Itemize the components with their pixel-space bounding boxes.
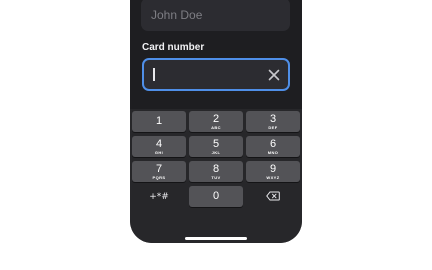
key-digit: 8 bbox=[212, 162, 220, 175]
key-letters: JKL bbox=[211, 149, 221, 155]
card-number-input[interactable] bbox=[144, 60, 264, 89]
key-digit: 5 bbox=[212, 137, 220, 150]
key-4[interactable]: 4 GHI bbox=[132, 136, 186, 157]
key-5[interactable]: 5 JKL bbox=[189, 136, 243, 157]
key-digit: 4 bbox=[155, 137, 163, 150]
payment-form: Card number bbox=[130, 0, 302, 109]
key-letters: GHI bbox=[154, 149, 164, 155]
key-letters: ABC bbox=[211, 124, 221, 130]
home-indicator[interactable] bbox=[185, 237, 247, 240]
text-caret bbox=[153, 68, 155, 81]
key-digit: 6 bbox=[269, 137, 277, 150]
key-6[interactable]: 6 MNO bbox=[246, 136, 300, 157]
card-number-field[interactable] bbox=[142, 58, 290, 91]
key-letters: TUV bbox=[211, 174, 221, 180]
backspace-key[interactable] bbox=[246, 186, 300, 207]
key-3[interactable]: 3 DEF bbox=[246, 111, 300, 132]
key-digit: 0 bbox=[212, 190, 220, 202]
key-9[interactable]: 9 WXYZ bbox=[246, 161, 300, 182]
key-digit: 3 bbox=[269, 112, 277, 125]
key-digit: 1 bbox=[155, 115, 163, 127]
name-input[interactable] bbox=[141, 0, 290, 31]
clear-icon[interactable] bbox=[266, 67, 282, 83]
card-number-label: Card number bbox=[142, 42, 205, 53]
backspace-icon bbox=[266, 188, 280, 206]
phone-screen: Card number 1 2 ABC 3 DEF 4 GHI bbox=[130, 0, 302, 243]
key-0[interactable]: 0 bbox=[189, 186, 243, 207]
key-letters: DEF bbox=[268, 124, 278, 130]
key-2[interactable]: 2 ABC bbox=[189, 111, 243, 132]
numeric-keypad: 1 2 ABC 3 DEF 4 GHI 5 JKL 6 MNO 7 PQRS 8… bbox=[130, 109, 302, 243]
key-8[interactable]: 8 TUV bbox=[189, 161, 243, 182]
key-digit: 9 bbox=[269, 162, 277, 175]
symbols-label: +*# bbox=[149, 191, 169, 202]
key-letters: WXYZ bbox=[266, 174, 280, 180]
key-1[interactable]: 1 bbox=[132, 111, 186, 132]
symbols-key-row4[interactable]: +*# bbox=[132, 186, 186, 207]
key-letters: MNO bbox=[267, 149, 279, 155]
name-field[interactable] bbox=[141, 0, 290, 31]
key-digit: 2 bbox=[212, 112, 220, 125]
